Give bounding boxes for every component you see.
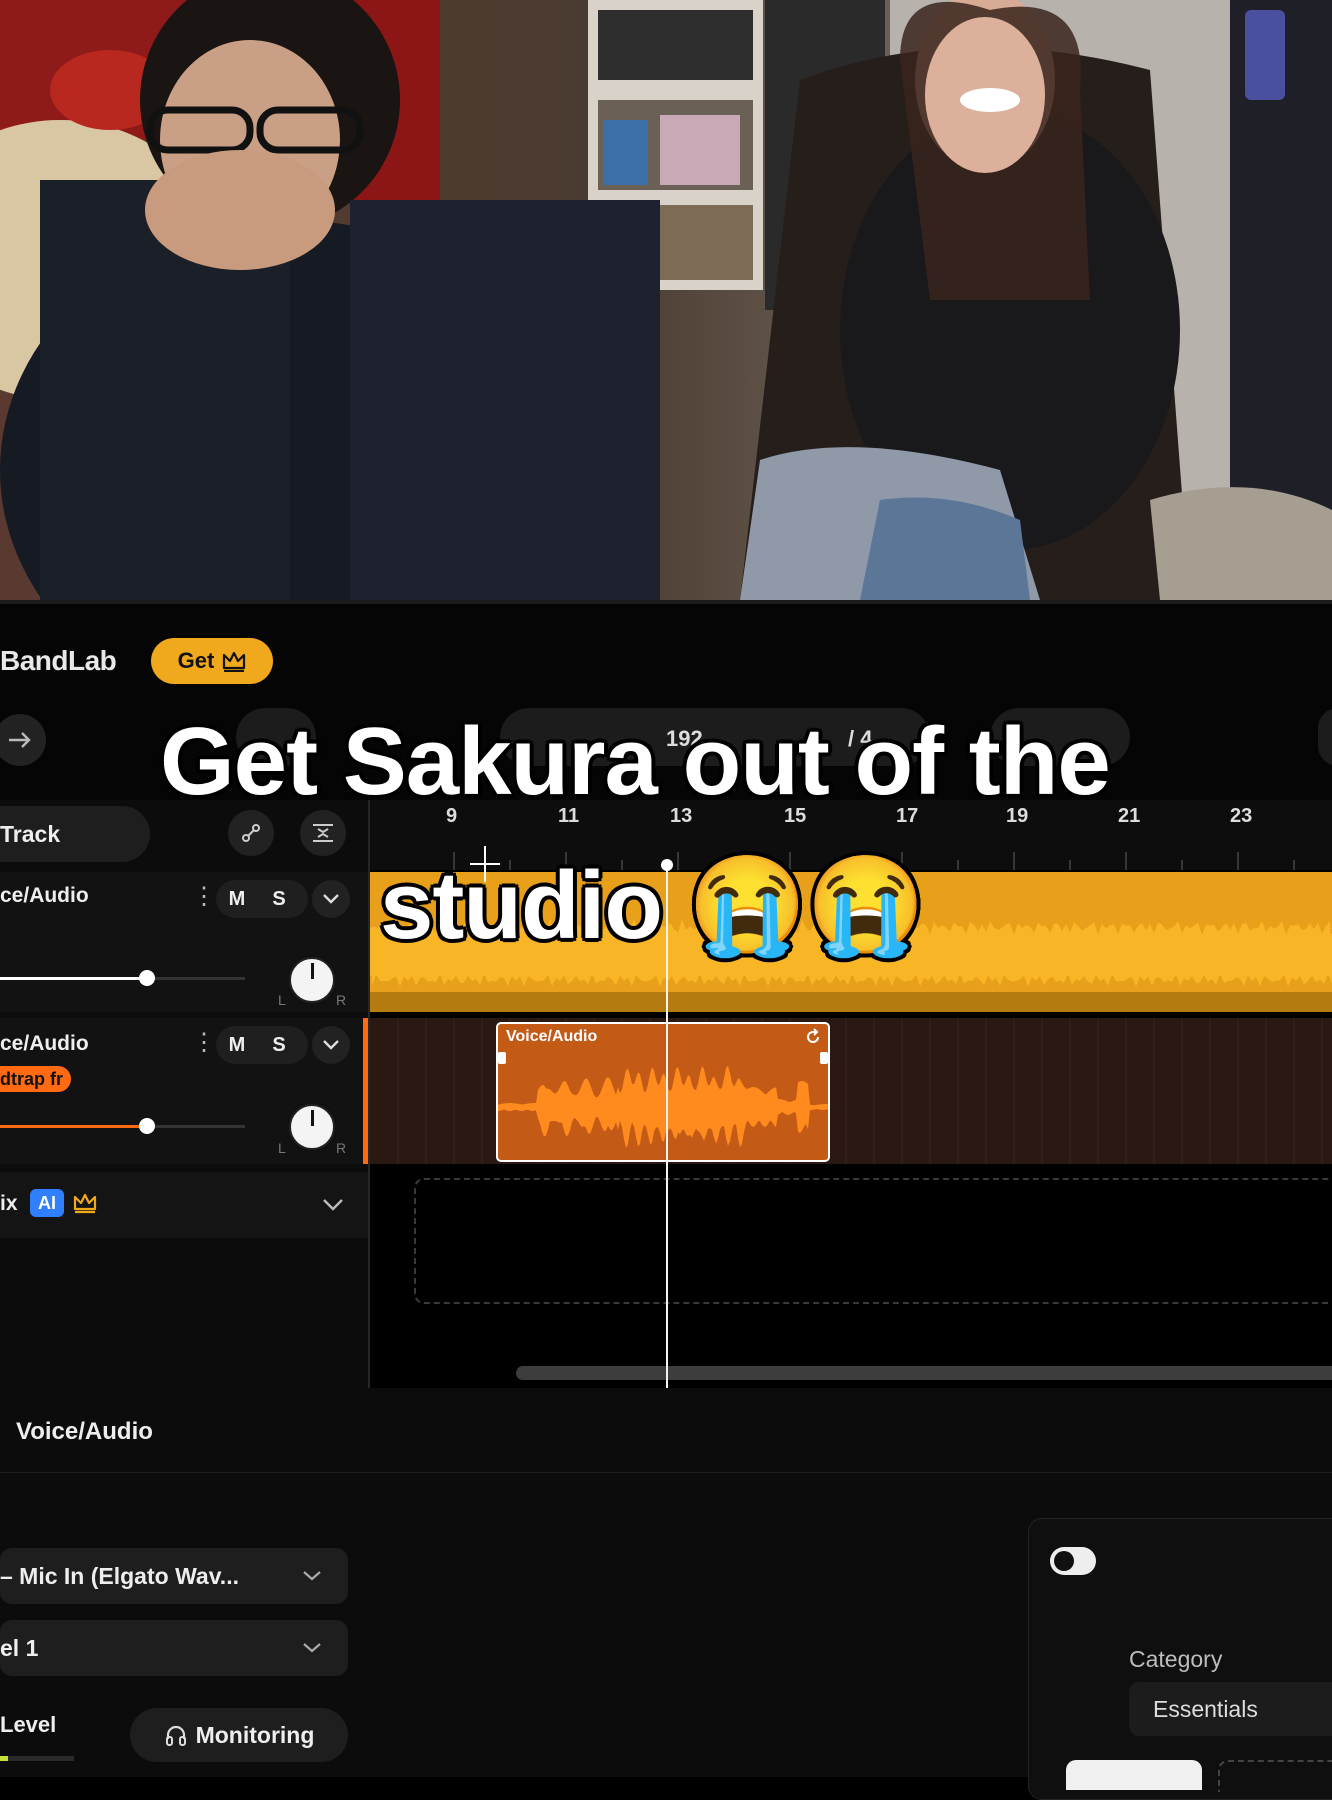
toggle-knob bbox=[1054, 1551, 1074, 1571]
monitoring-button[interactable]: Monitoring bbox=[130, 1708, 348, 1762]
mute-button[interactable]: M bbox=[216, 888, 258, 911]
compress-icon bbox=[313, 824, 333, 842]
redo-arrow-icon bbox=[9, 732, 31, 748]
pan-right-label: R bbox=[336, 1140, 347, 1156]
ai-badge: AI bbox=[30, 1189, 64, 1217]
chevron-down-icon bbox=[303, 1643, 321, 1653]
headphones-icon bbox=[165, 1725, 186, 1746]
track-menu-icon[interactable]: ⋮ bbox=[192, 1028, 216, 1057]
app-brand: BandLab bbox=[0, 645, 117, 676]
input-level-label: Level bbox=[0, 1712, 57, 1737]
solo-button[interactable]: S bbox=[258, 888, 300, 911]
volume-slider-fill bbox=[0, 977, 148, 980]
input-device-select[interactable]: – Mic In (Elgato Wav... bbox=[0, 1548, 348, 1604]
track-expand-button[interactable] bbox=[312, 880, 350, 918]
region-waveform bbox=[498, 1065, 828, 1149]
timeline-scrollbar[interactable] bbox=[516, 1366, 1332, 1380]
preset-tab-active[interactable] bbox=[1066, 1760, 1202, 1790]
ruler-label: 21 bbox=[1118, 805, 1141, 827]
pan-right-label: R bbox=[336, 992, 347, 1008]
category-select[interactable]: Essentials bbox=[1129, 1682, 1332, 1736]
add-track-label: Track bbox=[0, 820, 61, 847]
link-icon bbox=[242, 824, 260, 842]
mute-button[interactable]: M bbox=[216, 1034, 258, 1057]
solo-button[interactable]: S bbox=[258, 1034, 300, 1057]
editor-divider bbox=[0, 1472, 1332, 1473]
input-device-value: – Mic In (Elgato Wav... bbox=[0, 1562, 239, 1589]
add-track-button[interactable]: Track bbox=[0, 806, 150, 862]
webcam-feed bbox=[0, 0, 1332, 600]
editor-title: Voice/Audio bbox=[16, 1418, 153, 1445]
track-expand-button[interactable] bbox=[312, 1026, 350, 1064]
input-level-meter bbox=[0, 1756, 74, 1761]
mute-solo-group: MS bbox=[216, 1026, 308, 1064]
ruler-label: 23 bbox=[1230, 805, 1253, 827]
track-name[interactable]: ce/Audio bbox=[0, 884, 89, 908]
chevron-down-icon bbox=[323, 1040, 339, 1050]
input-channel-select[interactable]: el 1 bbox=[0, 1620, 348, 1676]
selected-track-indicator bbox=[363, 1018, 368, 1164]
chevron-down-icon bbox=[323, 894, 339, 904]
pan-knob[interactable] bbox=[289, 957, 335, 1003]
crown-icon bbox=[223, 651, 246, 672]
loop-icon[interactable] bbox=[804, 1028, 822, 1046]
track-tag: dtrap fr bbox=[0, 1066, 71, 1092]
crown-icon bbox=[73, 1193, 97, 1214]
volume-slider-handle[interactable] bbox=[139, 1118, 155, 1134]
chevron-down-icon[interactable] bbox=[322, 1198, 344, 1212]
input-channel-value: el 1 bbox=[0, 1634, 39, 1661]
volume-slider-fill bbox=[0, 1125, 148, 1128]
track-header-1[interactable]: ce/Audio ⋮ MS L R bbox=[0, 872, 368, 1012]
effects-toggle[interactable] bbox=[1050, 1547, 1096, 1575]
category-value: Essentials bbox=[1153, 1695, 1258, 1722]
track-header-3[interactable]: ix AI bbox=[0, 1172, 368, 1238]
get-membership-button[interactable]: Get bbox=[151, 638, 273, 684]
mute-solo-group: MS bbox=[216, 880, 308, 918]
track-name[interactable]: ce/Audio bbox=[0, 1032, 89, 1056]
region-label: Voice/Audio bbox=[506, 1028, 598, 1045]
caption-line-2: studio 😭😭 bbox=[380, 852, 926, 959]
audio-region[interactable]: Voice/Audio bbox=[496, 1022, 830, 1162]
track-name[interactable]: ix bbox=[0, 1192, 18, 1216]
category-label: Category bbox=[1129, 1646, 1223, 1672]
input-level-meter-fill bbox=[0, 1756, 8, 1761]
pan-knob[interactable] bbox=[289, 1104, 335, 1150]
pan-left-label: L bbox=[278, 992, 286, 1008]
webcam-image bbox=[0, 0, 1332, 600]
get-button-label: Get bbox=[177, 648, 215, 673]
caption-line-1: Get Sakura out of the bbox=[160, 708, 1111, 815]
drop-zone[interactable] bbox=[414, 1178, 1332, 1304]
monitoring-label: Monitoring bbox=[195, 1721, 315, 1748]
track-menu-icon[interactable]: ⋮ bbox=[192, 882, 216, 911]
preset-tab[interactable] bbox=[1218, 1760, 1332, 1792]
volume-slider-handle[interactable] bbox=[139, 970, 155, 986]
pan-left-label: L bbox=[278, 1140, 286, 1156]
chevron-down-icon bbox=[303, 1571, 321, 1581]
track-header-2[interactable]: ce/Audio dtrap fr ⋮ MS L R bbox=[0, 1018, 368, 1164]
